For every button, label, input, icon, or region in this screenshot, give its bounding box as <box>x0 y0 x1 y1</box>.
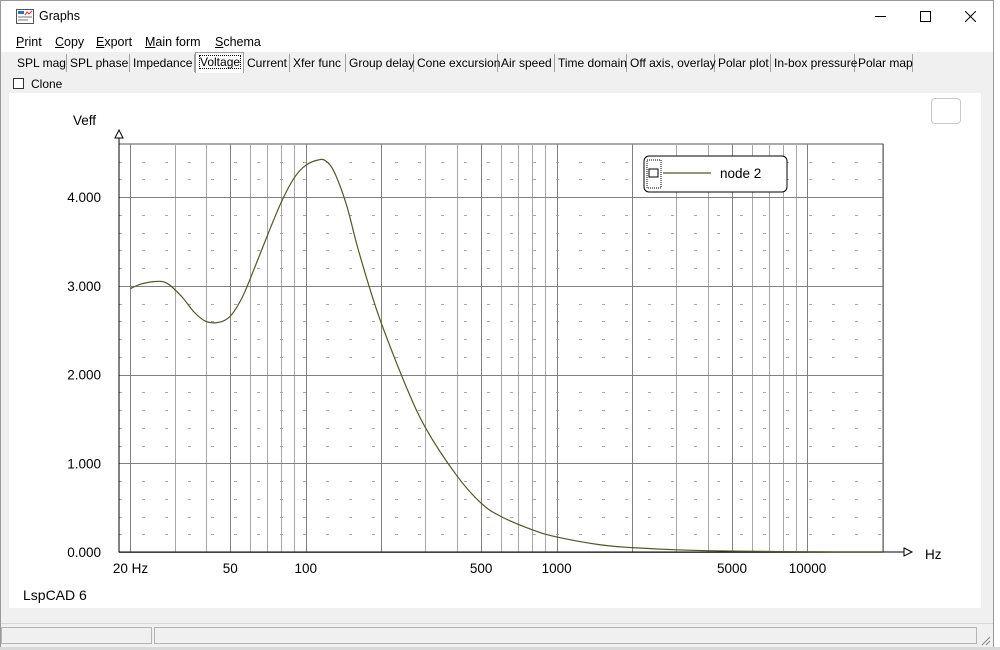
tab-group-delay[interactable]: Group delay <box>346 54 414 72</box>
tab-cone-excursion[interactable]: Cone excursion <box>414 54 500 72</box>
menu-main-form[interactable]: Main form <box>145 35 201 49</box>
tab-impedance[interactable]: Impedance <box>130 54 195 72</box>
status-pane-1 <box>1 627 152 644</box>
y-axis-title: Veff <box>73 113 96 128</box>
corner-box[interactable] <box>931 98 961 124</box>
y-tick-label: 2.000 <box>67 368 101 383</box>
y-axis-arrow-icon <box>114 128 124 139</box>
graphs-window: Graphs Print Copy Export Main form Schem… <box>0 0 994 648</box>
legend-box <box>643 155 788 193</box>
window-title: Graphs <box>39 9 80 23</box>
tab-in-box-pressure[interactable]: In-box pressure <box>771 54 857 72</box>
tab-spl-phase[interactable]: SPL phase <box>67 54 130 72</box>
y-tick-label: 1.000 <box>67 456 101 471</box>
tab-bar: SPL mag SPL phase Impedance Voltage Curr… <box>1 52 993 74</box>
y-tick-label: 3.000 <box>67 279 101 294</box>
menu-schema[interactable]: Schema <box>215 35 261 49</box>
tab-spl-mag[interactable]: SPL mag <box>14 54 67 72</box>
clone-checkbox[interactable] <box>13 78 24 89</box>
tab-time-domain[interactable]: Time domain <box>555 54 627 72</box>
tab-polar-map[interactable]: Polar map <box>855 54 913 72</box>
x-axis-title: Hz <box>925 547 942 562</box>
maximize-icon <box>919 11 931 22</box>
clone-label: Clone <box>31 77 63 91</box>
close-icon <box>964 11 976 22</box>
x-tick-label: 10000 <box>789 561 827 576</box>
x-tick-label: 100 <box>295 561 318 576</box>
minimize-button[interactable] <box>857 1 903 32</box>
x-tick-label: 5000 <box>717 561 747 576</box>
y-tick-label: 0.000 <box>67 545 101 560</box>
menu-export[interactable]: Export <box>96 35 132 49</box>
graph-canvas: 0.000 1.000 2.000 3.000 4.000 20 Hz 50 100 500 10… <box>9 93 981 608</box>
menu-copy[interactable]: Copy <box>55 35 84 49</box>
y-tick-label: 4.000 <box>67 190 101 205</box>
series-line-node-2 <box>130 158 884 553</box>
tab-off-axis-overlay[interactable]: Off axis, overlay <box>627 54 716 72</box>
tab-current[interactable]: Current <box>244 54 290 72</box>
voltage-chart: 0.000 1.000 2.000 3.000 4.000 20 Hz 50 100 500 10… <box>67 113 942 576</box>
app-icon <box>16 9 34 24</box>
maximize-button[interactable] <box>902 1 948 32</box>
title-bar: Graphs <box>1 1 993 32</box>
tab-polar-plot[interactable]: Polar plot <box>715 54 771 72</box>
close-button[interactable] <box>947 1 993 32</box>
status-bar <box>1 623 993 647</box>
resize-grip-icon[interactable] <box>979 634 991 646</box>
menu-print[interactable]: Print <box>16 35 42 49</box>
x-tick-label: 20 Hz <box>113 561 149 576</box>
legend-entry-label: node 2 <box>720 166 761 181</box>
tab-voltage[interactable]: Voltage <box>195 52 244 73</box>
x-tick-label: 1000 <box>542 561 572 576</box>
x-tick-label: 500 <box>470 561 493 576</box>
app-version-label: LspCAD 6 <box>23 587 87 603</box>
x-axis-arrow-icon <box>903 547 914 557</box>
legend-toggle-checkbox[interactable] <box>648 168 659 178</box>
clone-row: Clone <box>1 74 993 93</box>
minimize-icon <box>874 16 886 17</box>
tab-air-speed[interactable]: Air speed <box>498 54 555 72</box>
status-pane-2 <box>154 627 977 644</box>
menu-bar: Print Copy Export Main form Schema <box>1 32 993 52</box>
x-tick-label: 50 <box>223 561 238 576</box>
tab-xfer-func[interactable]: Xfer func <box>290 54 346 72</box>
